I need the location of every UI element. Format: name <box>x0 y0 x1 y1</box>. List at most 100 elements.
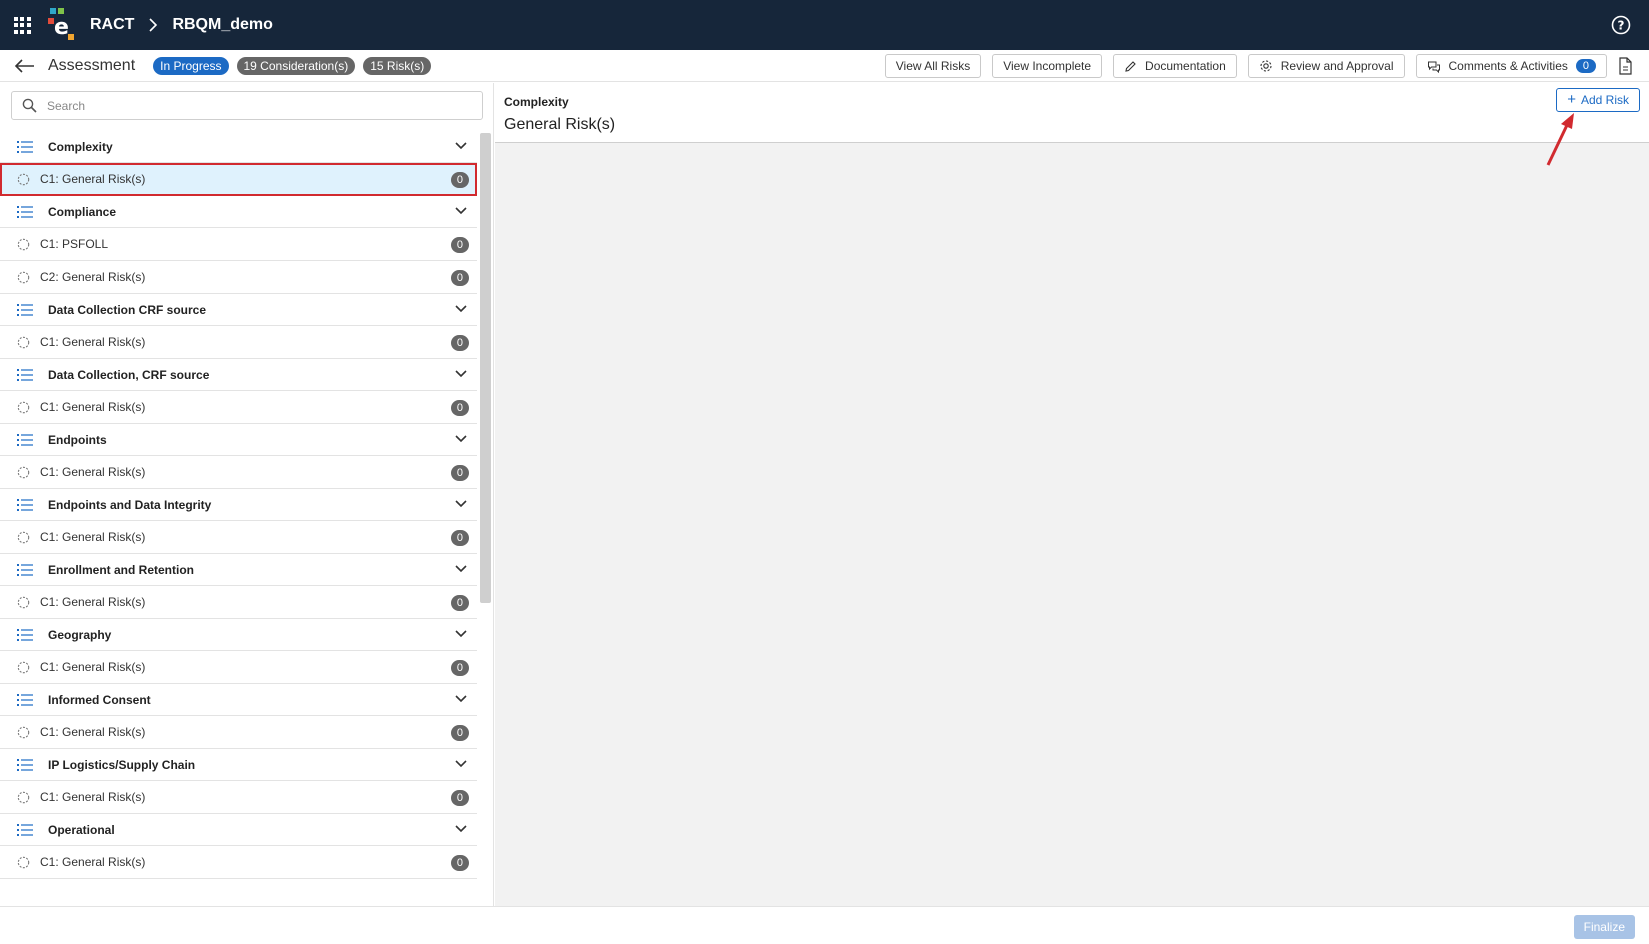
category-group[interactable]: Enrollment and Retention <box>0 554 477 586</box>
consideration-label: C1: General Risk(s) <box>40 530 146 544</box>
finalize-button[interactable]: Finalize <box>1573 915 1635 939</box>
consideration-item[interactable]: C1: General Risk(s) 0 <box>0 391 477 424</box>
category-label: Data Collection, CRF source <box>48 367 210 382</box>
consideration-item[interactable]: C1: General Risk(s) 0 <box>0 456 477 489</box>
category-label: Data Collection CRF source <box>48 302 207 317</box>
scrollbar-thumb[interactable] <box>480 133 491 603</box>
category-group[interactable]: Data Collection, CRF source <box>0 359 477 391</box>
consideration-item[interactable]: C1: PSFOLL 0 <box>0 228 477 261</box>
list-icon <box>17 498 33 511</box>
app-launcher-button[interactable] <box>0 0 44 50</box>
breadcrumb-app[interactable]: RACT <box>90 16 134 34</box>
consideration-item[interactable]: C1: General Risk(s) 0 <box>0 716 477 749</box>
category-group[interactable]: Compliance <box>0 196 477 228</box>
consideration-item[interactable]: C1: General Risk(s) 0 <box>0 326 477 359</box>
category-group[interactable]: Complexity <box>0 131 477 163</box>
list-icon <box>17 693 33 706</box>
risk-detail-panel: Complexity General Risk(s) + Add Risk <box>495 83 1649 906</box>
list-icon <box>17 303 33 316</box>
list-icon <box>17 368 33 381</box>
consideration-item[interactable]: C1: General Risk(s) 0 <box>0 846 477 879</box>
risk-count-badge: 0 <box>450 237 469 253</box>
help-icon[interactable]: ? <box>1611 15 1631 35</box>
chevron-down-icon[interactable] <box>455 630 467 638</box>
status-circle-icon <box>17 791 30 803</box>
list-icon <box>17 628 33 641</box>
comments-activities-label: Comments & Activities <box>1448 59 1568 73</box>
chevron-down-icon[interactable] <box>455 565 467 573</box>
svg-text:?: ? <box>1618 19 1625 33</box>
view-all-risks-label: View All Risks <box>895 59 971 73</box>
status-circle-icon <box>17 596 30 608</box>
chevron-down-icon[interactable] <box>455 760 467 768</box>
consideration-label: C1: General Risk(s) <box>40 595 146 609</box>
considerations-list: Complexity C1: General Risk(s) 0 Compliance… <box>0 131 477 879</box>
chevron-down-icon[interactable] <box>455 142 467 150</box>
list-icon <box>17 758 33 771</box>
chevron-down-icon[interactable] <box>455 207 467 215</box>
status-circle-icon <box>17 661 30 673</box>
consideration-label: C1: General Risk(s) <box>40 172 146 186</box>
category-group[interactable]: Informed Consent <box>0 684 477 716</box>
chevron-down-icon[interactable] <box>455 435 467 443</box>
gear-icon <box>1260 60 1272 72</box>
annotation-arrow-icon <box>1546 113 1574 166</box>
consideration-item[interactable]: C1: General Risk(s) 0 <box>0 521 477 554</box>
risk-count-badge: 0 <box>450 855 469 871</box>
consideration-item[interactable]: C1: General Risk(s) 0 <box>0 651 477 684</box>
view-all-risks-button[interactable]: View All Risks <box>884 54 982 78</box>
consideration-title: General Risk(s) <box>504 116 616 133</box>
status-circle-icon <box>17 401 30 413</box>
considerations-panel: Complexity C1: General Risk(s) 0 Compliance… <box>0 83 494 906</box>
search-icon <box>22 98 37 113</box>
consideration-label: C2: General Risk(s) <box>40 270 146 284</box>
list-icon <box>17 563 33 576</box>
top-bar: e RACT RBQM_demo ? <box>0 0 1649 50</box>
consideration-item[interactable]: C1: General Risk(s) 0 <box>0 163 477 196</box>
view-incomplete-button[interactable]: View Incomplete <box>992 54 1103 78</box>
consideration-label: C1: General Risk(s) <box>40 465 146 479</box>
category-label: Endpoints <box>48 432 107 447</box>
search-input[interactable] <box>47 98 447 113</box>
comments-icon <box>1427 61 1440 73</box>
category-group[interactable]: Operational <box>0 814 477 846</box>
category-group[interactable]: Data Collection CRF source <box>0 294 477 326</box>
chevron-down-icon[interactable] <box>455 695 467 703</box>
page-title: Assessment <box>48 56 136 74</box>
status-circle-icon <box>17 336 30 348</box>
status-badge: In Progress <box>153 56 229 75</box>
comments-activities-button[interactable]: Comments & Activities 0 <box>1415 54 1607 78</box>
footer-bar: Finalize <box>0 906 1649 944</box>
chevron-down-icon[interactable] <box>455 825 467 833</box>
risk-detail-header: Complexity General Risk(s) + Add Risk <box>495 83 1649 143</box>
chevron-down-icon[interactable] <box>455 500 467 508</box>
risk-count-badge: 0 <box>450 270 469 286</box>
category-group[interactable]: IP Logistics/Supply Chain <box>0 749 477 781</box>
category-label: IP Logistics/Supply Chain <box>48 757 196 772</box>
chevron-down-icon[interactable] <box>455 370 467 378</box>
add-risk-button[interactable]: + Add Risk <box>1556 88 1640 112</box>
breadcrumb-project[interactable]: RBQM_demo <box>172 16 272 34</box>
documentation-button[interactable]: Documentation <box>1113 54 1237 78</box>
chevron-down-icon[interactable] <box>455 305 467 313</box>
category-group[interactable]: Endpoints and Data Integrity <box>0 489 477 521</box>
risk-count-badge: 0 <box>450 725 469 741</box>
category-group[interactable]: Endpoints <box>0 424 477 456</box>
back-arrow-icon[interactable] <box>14 58 36 74</box>
consideration-item[interactable]: C1: General Risk(s) 0 <box>0 586 477 619</box>
category-label: Compliance <box>48 204 117 219</box>
status-circle-icon <box>17 238 30 250</box>
category-group[interactable]: Geography <box>0 619 477 651</box>
risk-count-badge: 0 <box>450 465 469 481</box>
consideration-label: C1: General Risk(s) <box>40 660 146 674</box>
search-box[interactable] <box>11 91 483 120</box>
toolbar: View All Risks View Incomplete Documenta… <box>874 54 1649 78</box>
risk-count-badge: 0 <box>450 172 469 188</box>
grid-icon <box>13 16 31 34</box>
consideration-item[interactable]: C2: General Risk(s) 0 <box>0 261 477 294</box>
document-export-icon[interactable] <box>1617 57 1633 75</box>
review-approval-button[interactable]: Review and Approval <box>1247 54 1405 78</box>
risk-count-badge: 0 <box>450 530 469 546</box>
list-icon <box>17 823 33 836</box>
consideration-item[interactable]: C1: General Risk(s) 0 <box>0 781 477 814</box>
